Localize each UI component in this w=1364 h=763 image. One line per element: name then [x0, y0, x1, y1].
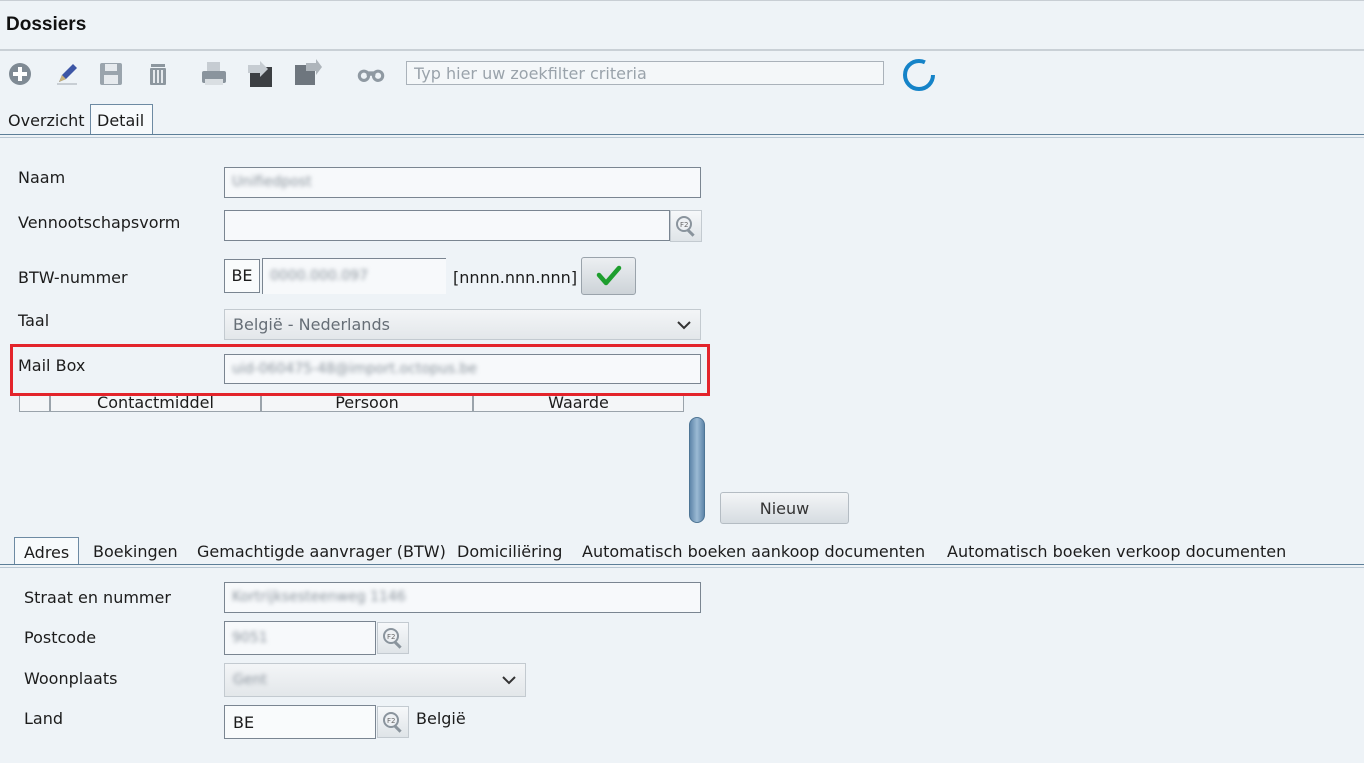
toolbar-separator	[0, 49, 1364, 51]
tab-detail[interactable]: Detail	[90, 104, 153, 135]
woonplaats-select[interactable]: Gent	[224, 663, 526, 697]
add-icon[interactable]	[5, 59, 35, 89]
loading-icon	[902, 58, 936, 92]
new-contact-button[interactable]: Nieuw	[720, 492, 849, 524]
btw-format-hint: [nnnn.nnn.nnn]	[453, 268, 578, 287]
taal-label: Taal	[18, 311, 50, 330]
straat-field[interactable]: Kortrijksesteenweg 1146	[224, 582, 701, 613]
land-label: Land	[24, 709, 64, 728]
btw-country-field[interactable]: BE	[224, 259, 260, 293]
column-header-persoon[interactable]: Persoon	[261, 395, 473, 412]
postcode-value: 9051	[232, 630, 268, 646]
chevron-down-icon	[502, 676, 516, 685]
save-icon[interactable]	[96, 59, 126, 89]
svg-text:F2: F2	[387, 633, 395, 641]
checkmark-icon	[596, 265, 621, 286]
tab-underline-light	[0, 137, 1364, 138]
btw-validate-button[interactable]	[581, 257, 636, 295]
print-icon[interactable]	[199, 59, 229, 89]
naam-label: Naam	[18, 168, 66, 187]
svg-text:F2: F2	[387, 717, 395, 725]
naam-field[interactable]: Unifiedpost	[224, 167, 701, 198]
vennootschapsvorm-lookup-icon[interactable]: F2	[670, 210, 702, 242]
tab-domiciliering[interactable]: Domiciliëring	[457, 537, 562, 565]
taal-select[interactable]: België - Nederlands	[224, 309, 701, 340]
land-name: België	[416, 709, 466, 728]
btw-number-field[interactable]: 0000.000.097	[262, 258, 446, 294]
postcode-label: Postcode	[24, 628, 97, 647]
postcode-lookup-icon[interactable]: F2	[377, 622, 409, 654]
vennootschapsvorm-field[interactable]	[224, 210, 670, 241]
naam-value: Unifiedpost	[232, 174, 312, 190]
mailbox-highlight	[10, 344, 710, 396]
taal-value: België - Nederlands	[233, 315, 390, 334]
tab-boekingen[interactable]: Boekingen	[93, 537, 178, 565]
export-icon[interactable]	[246, 59, 276, 89]
bottom-tab-underline-light	[0, 567, 1364, 568]
btw-number-value: 0000.000.097	[270, 268, 368, 284]
column-header-waarde[interactable]: Waarde	[473, 395, 684, 412]
postcode-field[interactable]: 9051	[224, 621, 376, 655]
tab-auto-boeken-verkoop[interactable]: Automatisch boeken verkoop documenten	[947, 537, 1286, 565]
land-field[interactable]: BE	[224, 705, 376, 739]
edit-icon[interactable]	[52, 59, 82, 89]
search-input[interactable]	[406, 61, 884, 85]
tab-underline	[0, 134, 1364, 135]
woonplaats-value: Gent	[233, 672, 267, 688]
window-title: Dossiers	[6, 14, 87, 35]
tab-auto-boeken-aankoop[interactable]: Automatisch boeken aankoop documenten	[582, 537, 925, 565]
tab-overzicht[interactable]: Overzicht	[2, 105, 91, 134]
svg-text:F2: F2	[680, 221, 688, 229]
bottom-tab-underline	[0, 564, 1364, 565]
straat-value: Kortrijksesteenweg 1146	[232, 589, 406, 605]
tab-adres[interactable]: Adres	[14, 537, 80, 565]
straat-label: Straat en nummer	[24, 588, 171, 607]
binoculars-icon[interactable]	[356, 59, 386, 89]
tab-gemachtigde-aanvrager[interactable]: Gemachtigde aanvrager (BTW)	[197, 537, 446, 565]
delete-icon[interactable]	[143, 59, 173, 89]
import-icon[interactable]	[292, 59, 322, 89]
woonplaats-label: Woonplaats	[24, 669, 118, 688]
table-scrollbar[interactable]	[689, 417, 705, 523]
chevron-down-icon	[677, 320, 691, 329]
table-row-header-cell	[19, 396, 50, 412]
vennootschapsvorm-label: Vennootschapsvorm	[18, 213, 181, 232]
land-lookup-icon[interactable]: F2	[377, 706, 409, 738]
top-border	[0, 0, 1364, 1]
btw-label: BTW-nummer	[18, 268, 128, 287]
column-header-contactmiddel[interactable]: Contactmiddel	[50, 395, 261, 412]
